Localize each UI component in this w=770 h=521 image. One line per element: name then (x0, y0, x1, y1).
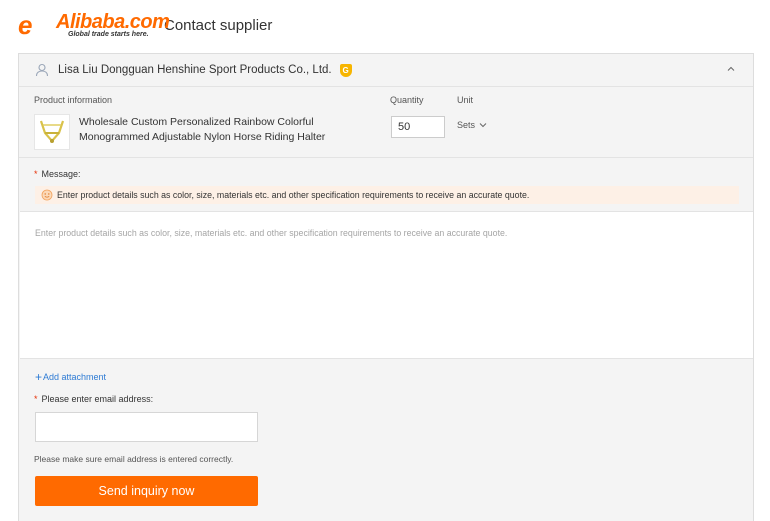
user-icon (35, 63, 49, 77)
unit-value: Sets (457, 120, 476, 130)
add-attachment-link[interactable]: + Add attachment (35, 370, 106, 384)
product-info-label: Product information (34, 95, 113, 105)
email-hint: Please make sure email address is entere… (34, 454, 234, 464)
unit-label: Unit (457, 95, 474, 105)
inquiry-form-card: Lisa Liu Dongguan Henshine Sport Product… (18, 53, 754, 521)
message-tip-text: Enter product details such as color, siz… (57, 190, 530, 200)
add-attachment-label: Add attachment (43, 372, 107, 382)
supplier-header[interactable]: Lisa Liu Dongguan Henshine Sport Product… (19, 54, 753, 87)
page-title: Contact supplier (164, 16, 273, 34)
logo-name: Alibaba.com (56, 11, 170, 33)
quantity-label: Quantity (390, 95, 424, 105)
product-information-section: Product information Quantity Unit Wholes… (19, 87, 753, 158)
plus-icon: + (35, 370, 43, 384)
product-thumbnail[interactable] (34, 114, 70, 150)
product-name[interactable]: Wholesale Custom Personalized Rainbow Co… (79, 115, 349, 145)
smile-icon (41, 189, 53, 201)
required-mark: * (34, 169, 38, 179)
page-header: e Alibaba.com Global trade starts here. … (18, 12, 272, 38)
logo-mark: e (18, 10, 33, 40)
message-label-text: Message: (41, 169, 81, 179)
chevron-down-icon (479, 123, 487, 128)
message-label: * Message: (34, 169, 81, 179)
send-inquiry-button[interactable]: Send inquiry now (35, 476, 258, 506)
unit-select[interactable]: Sets (457, 120, 487, 130)
chevron-up-icon[interactable] (726, 64, 736, 74)
message-textarea[interactable]: Enter product details such as color, siz… (20, 211, 753, 359)
quantity-input[interactable] (391, 116, 445, 138)
supplier-name: Lisa Liu Dongguan Henshine Sport Product… (58, 64, 332, 76)
message-placeholder: Enter product details such as color, siz… (35, 228, 508, 238)
halter-image (39, 120, 65, 143)
email-input[interactable] (35, 412, 258, 442)
email-label: * Please enter email address: (34, 394, 153, 404)
message-tip: Enter product details such as color, siz… (35, 186, 739, 204)
email-label-text: Please enter email address: (41, 394, 154, 404)
alibaba-logo[interactable]: e Alibaba.com Global trade starts here. (18, 10, 170, 40)
required-mark: * (34, 394, 38, 404)
logo-tagline: Global trade starts here. (68, 31, 149, 38)
gold-supplier-badge-icon: G (339, 63, 352, 77)
